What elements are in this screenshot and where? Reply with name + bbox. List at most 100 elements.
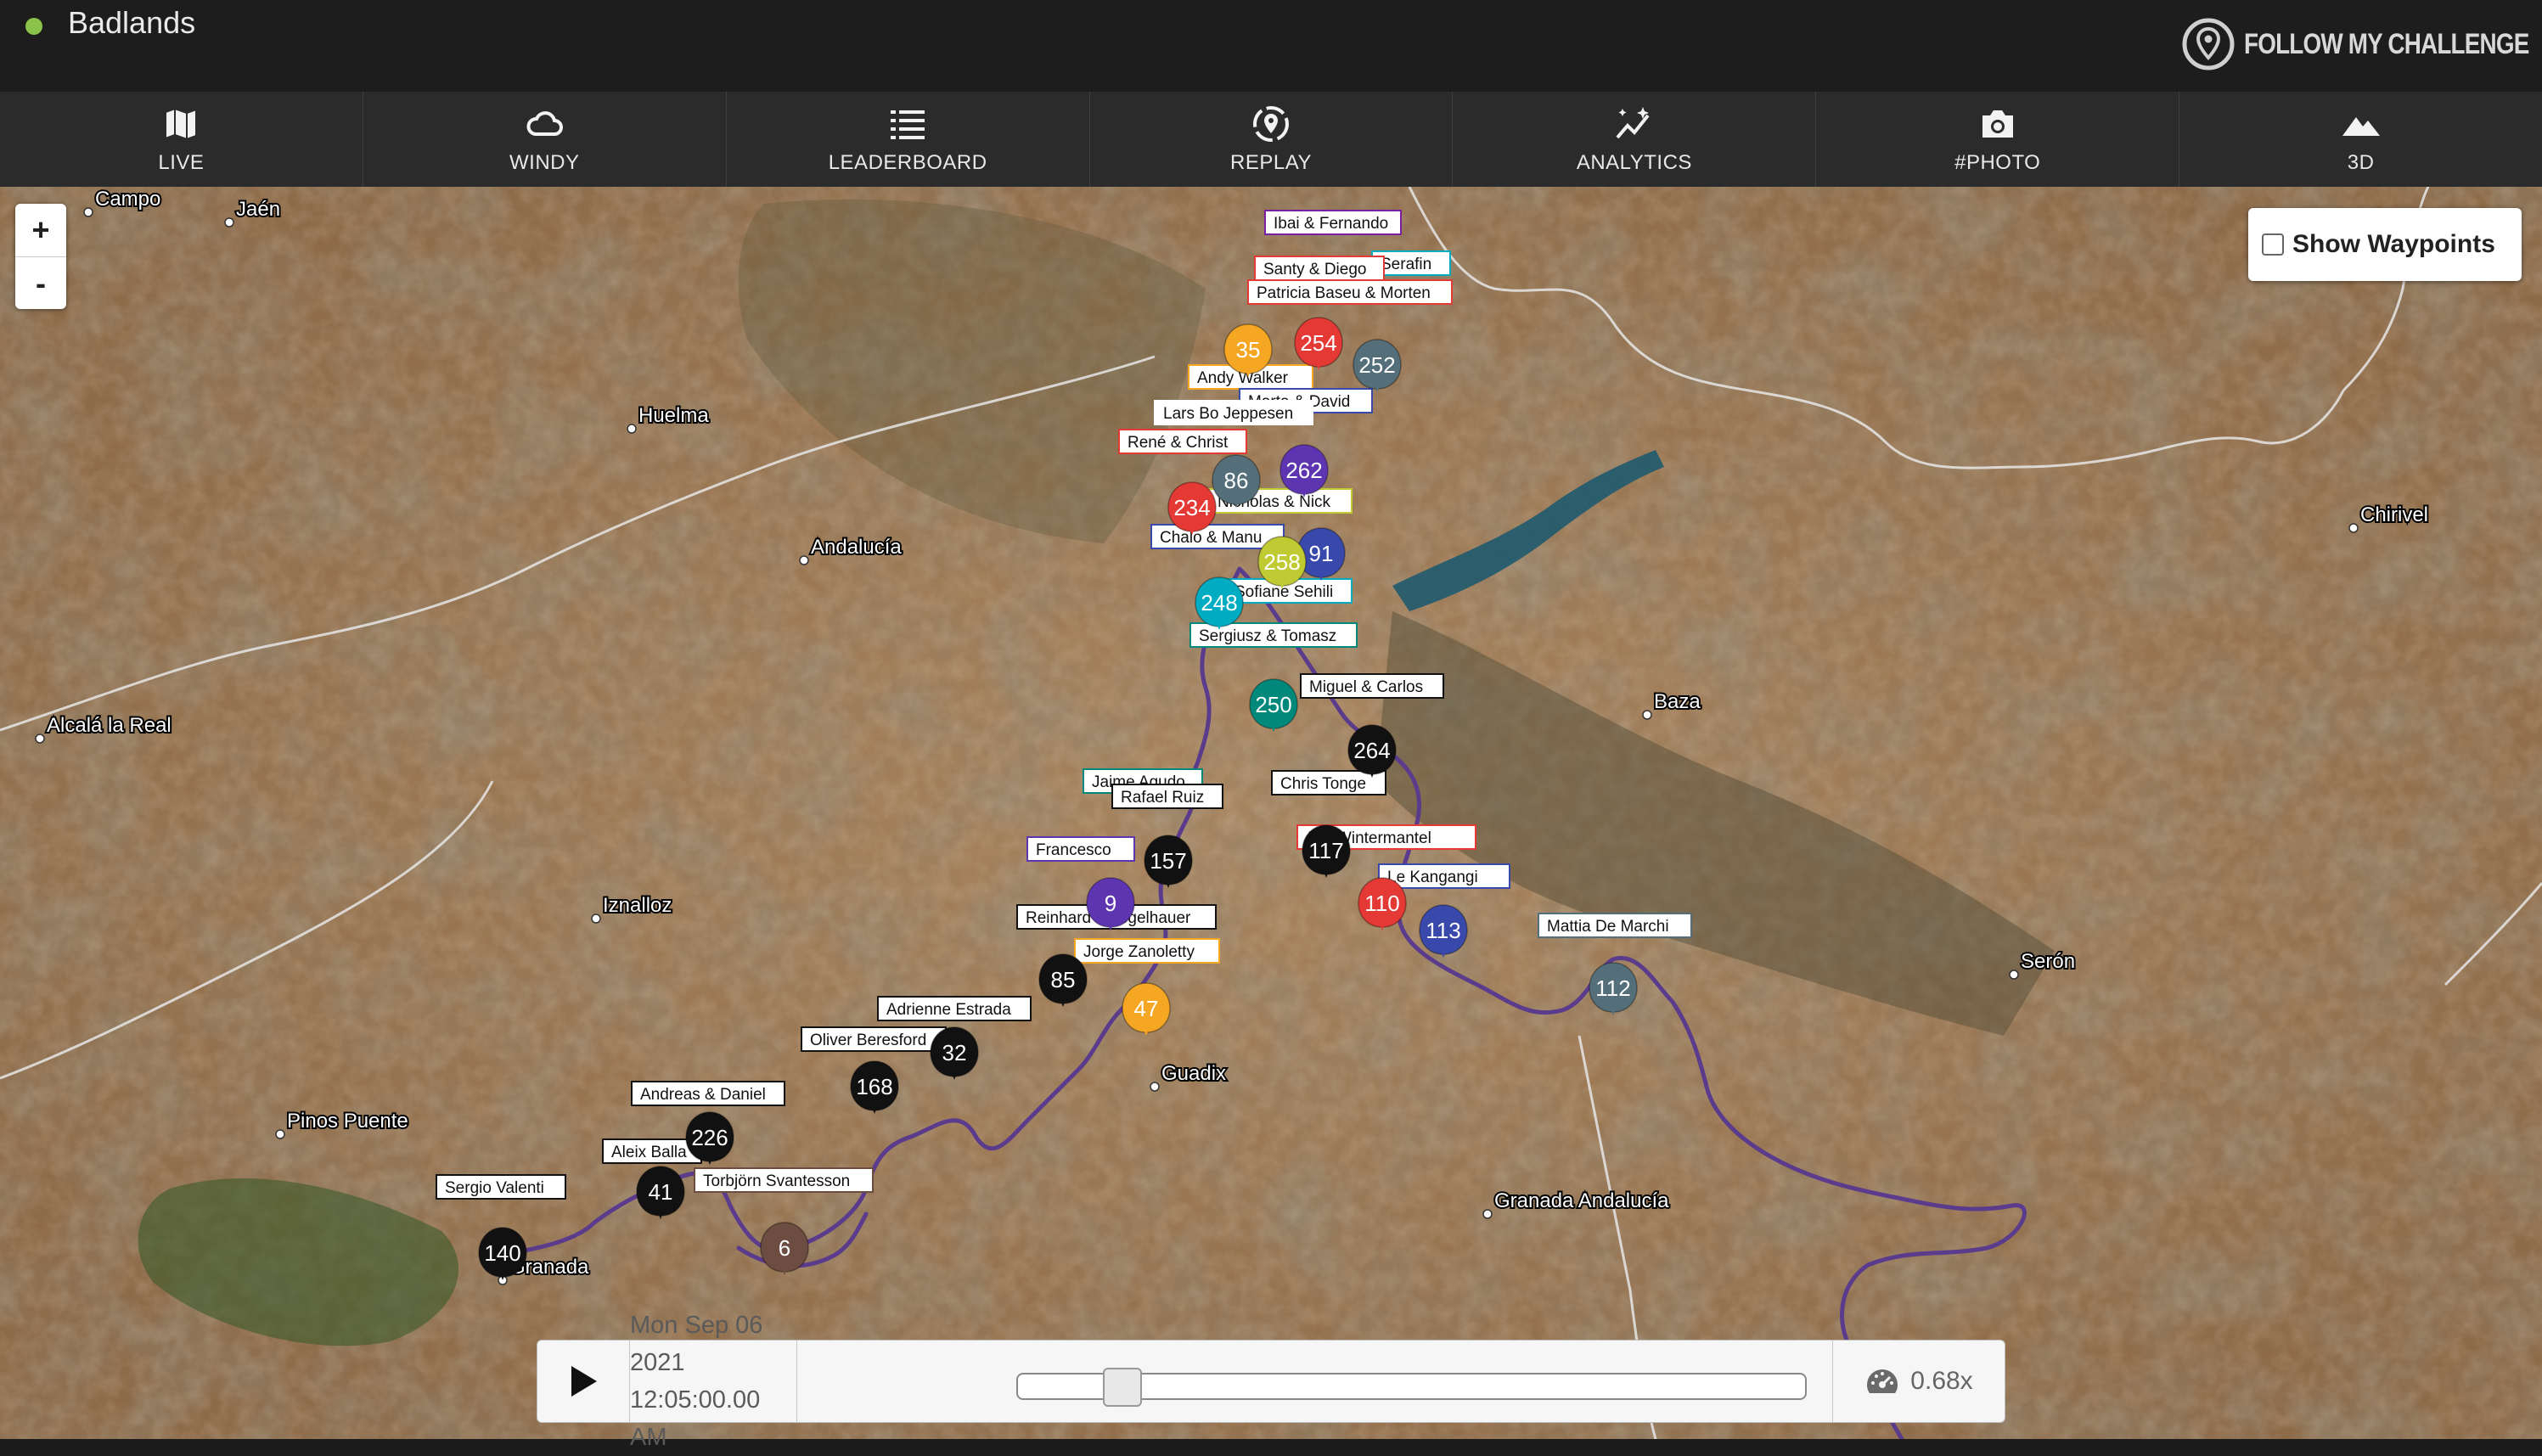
rider-name-label[interactable]: Andreas & Daniel xyxy=(631,1081,785,1106)
rider-number: 41 xyxy=(649,1179,673,1205)
play-button[interactable] xyxy=(537,1341,630,1422)
rider-name-label[interactable]: Ibai & Fernando xyxy=(1264,210,1402,235)
play-icon xyxy=(571,1366,597,1397)
rider-name-label[interactable]: Oliver Beresford xyxy=(801,1026,947,1052)
rider-number: 264 xyxy=(1353,738,1390,763)
rider-label-text: Patricia Baseu & Morten xyxy=(1257,284,1431,302)
show-waypoints-control[interactable]: Show Waypoints xyxy=(2248,208,2522,281)
rider-label-text: Lars Bo Jeppesen xyxy=(1163,405,1293,423)
nav-windy-label: WINDY xyxy=(509,151,580,174)
nav-analytics-label: ANALYTICS xyxy=(1576,151,1692,174)
town-name: Guadix xyxy=(1161,1062,1226,1085)
town-name: Iznalloz xyxy=(603,894,672,917)
rider-name-label[interactable]: Adrienne Estrada xyxy=(877,996,1032,1021)
town-name: Pinos Puente xyxy=(287,1110,408,1133)
timeline-slider[interactable] xyxy=(1016,1368,1807,1407)
town-dot xyxy=(799,555,809,565)
nav-leaderboard-label: LEADERBOARD xyxy=(828,151,987,174)
rider-number: 157 xyxy=(1150,848,1186,874)
rider-name-label[interactable]: Sergio Valenti xyxy=(436,1174,566,1200)
rider-label-text: Andreas & Daniel xyxy=(640,1086,766,1104)
rider-number: 140 xyxy=(484,1240,520,1266)
rider-name-label[interactable]: Santy & Diego xyxy=(1254,256,1385,281)
nav-replay-label: REPLAY xyxy=(1230,151,1312,174)
map-icon xyxy=(165,107,198,141)
town-dot xyxy=(1482,1209,1493,1219)
zoom-controls: + - xyxy=(15,204,66,309)
nav-leaderboard[interactable]: LEADERBOARD xyxy=(727,92,1090,187)
main-navigation: LIVE WINDY LEADERBOARD REPLAY ANALYTICS … xyxy=(0,92,2542,187)
nav-live[interactable]: LIVE xyxy=(0,92,363,187)
nav-windy[interactable]: WINDY xyxy=(363,92,727,187)
rider-label-text: Ibai & Fernando xyxy=(1274,215,1388,233)
rider-name-label[interactable]: Rafael Ruiz xyxy=(1111,784,1223,809)
rider-number: 262 xyxy=(1285,458,1322,483)
rider-label-text: Francesco xyxy=(1036,841,1111,859)
town-dot xyxy=(627,424,637,434)
nav-3d[interactable]: 3D xyxy=(2179,92,2542,187)
speedometer-icon xyxy=(1867,1369,1898,1393)
nav-live-label: LIVE xyxy=(158,151,205,174)
rider-label-text: Oliver Beresford xyxy=(810,1032,926,1049)
rider-label-text: Santy & Diego xyxy=(1263,261,1366,278)
town-dot xyxy=(224,217,234,228)
rider-number: 117 xyxy=(1308,838,1343,863)
nav-photo[interactable]: #PHOTO xyxy=(1816,92,2180,187)
playback-date: Mon Sep 06 2021 xyxy=(630,1312,763,1376)
rider-number: 6 xyxy=(779,1235,790,1261)
zoom-out-button[interactable]: - xyxy=(15,257,66,310)
playback-speed-value: 0.68x xyxy=(1910,1367,1973,1395)
town-dot xyxy=(1150,1082,1160,1092)
brand-logo[interactable]: FOLLOW MY CHALLENGE xyxy=(2181,15,2532,73)
rider-number: 112 xyxy=(1595,975,1630,1001)
rider-number: 47 xyxy=(1134,996,1159,1021)
rider-number: 91 xyxy=(1309,541,1334,566)
town-name: Campo xyxy=(95,188,160,211)
rider-number: 113 xyxy=(1426,918,1460,943)
rider-name-label[interactable]: Francesco xyxy=(1026,836,1135,862)
rider-number: 248 xyxy=(1201,590,1237,616)
rider-name-label[interactable]: Torbjörn Svantesson xyxy=(694,1167,874,1193)
rider-number: 35 xyxy=(1236,337,1261,363)
mountain-icon xyxy=(2342,117,2380,136)
town-dot xyxy=(591,914,601,924)
rider-label-text: Chalo & Manu xyxy=(1160,529,1262,547)
brand-name: FOLLOW MY CHALLENGE xyxy=(2243,27,2529,60)
town-dot xyxy=(2009,970,2019,980)
replay-location-icon xyxy=(1253,106,1289,142)
town-dot xyxy=(83,207,93,217)
town-dot xyxy=(35,734,45,744)
rider-label-text: Rafael Ruiz xyxy=(1121,789,1204,807)
town-name: Jaén xyxy=(236,198,280,221)
location-pin-icon xyxy=(2182,18,2235,70)
map-canvas[interactable]: Campo Jaén Huelma Andalucía Alcalá la Real Iz… xyxy=(0,187,2542,1439)
rider-name-label[interactable]: Patricia Baseu & Morten xyxy=(1247,279,1453,305)
map-tiles: Campo Jaén Huelma Andalucía Alcalá la Real Iz… xyxy=(0,187,2542,1439)
list-icon xyxy=(891,110,925,139)
rider-label-text: Mattia De Marchi xyxy=(1547,918,1669,936)
rider-number: 226 xyxy=(691,1125,728,1150)
rider-name-label[interactable]: Miguel & Carlos xyxy=(1300,673,1444,699)
timeline-slider-thumb[interactable] xyxy=(1103,1368,1142,1407)
rider-name-label[interactable]: Jorge Zanoletty xyxy=(1074,938,1220,964)
town-dot xyxy=(275,1129,285,1139)
town-name: Andalucía xyxy=(811,536,902,559)
rider-label-text: Serafin xyxy=(1381,256,1431,273)
rider-name-label[interactable]: Lars Bo Jeppesen xyxy=(1154,400,1313,425)
rider-name-label[interactable]: Mattia De Marchi xyxy=(1538,913,1692,938)
town-name: Granada Andalucía xyxy=(1494,1189,1669,1212)
nav-photo-label: #PHOTO xyxy=(1954,151,2041,174)
rider-name-label[interactable]: René & Christ xyxy=(1118,429,1247,454)
town-name: Huelma xyxy=(638,404,709,427)
replay-playback-bar: Mon Sep 06 2021 12:05:00.00 AM 0.68x xyxy=(537,1312,2005,1451)
zoom-in-button[interactable]: + xyxy=(15,204,66,257)
rider-label-text: Torbjörn Svantesson xyxy=(703,1172,850,1190)
show-waypoints-checkbox[interactable] xyxy=(2262,233,2284,256)
playback-speed-control[interactable]: 0.68x xyxy=(1832,1341,2005,1422)
rider-number: 254 xyxy=(1300,330,1336,356)
nav-replay[interactable]: REPLAY xyxy=(1090,92,1454,187)
rider-number: 110 xyxy=(1364,891,1399,916)
playback-datetime: Mon Sep 06 2021 12:05:00.00 AM xyxy=(630,1312,797,1451)
nav-analytics[interactable]: ANALYTICS xyxy=(1453,92,1817,187)
rider-label-text: René & Christ xyxy=(1128,434,1229,452)
